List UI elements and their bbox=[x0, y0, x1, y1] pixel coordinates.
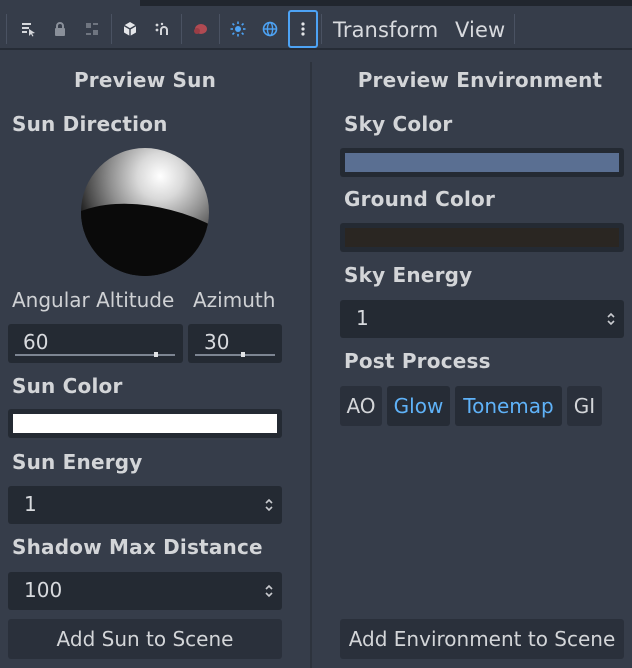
sun-energy-spinbox[interactable]: 1 bbox=[8, 486, 282, 524]
lock-icon[interactable] bbox=[45, 10, 75, 48]
list-select-icon[interactable] bbox=[13, 10, 43, 48]
gi-toggle[interactable]: GI bbox=[567, 386, 602, 426]
toolbar-separator bbox=[321, 14, 322, 44]
sky-color-label: Sky Color bbox=[344, 112, 453, 136]
ground-color-label: Ground Color bbox=[344, 187, 496, 211]
globe-icon[interactable] bbox=[255, 10, 285, 48]
sun-icon[interactable] bbox=[223, 10, 253, 48]
snap-icon[interactable] bbox=[147, 10, 177, 48]
menu-transform[interactable]: Transform bbox=[333, 14, 438, 46]
angular-altitude-slider[interactable]: 60 bbox=[8, 324, 183, 363]
add-environment-to-scene-button[interactable]: Add Environment to Scene bbox=[340, 619, 624, 659]
toolbar-separator bbox=[6, 14, 7, 44]
azimuth-thumb[interactable] bbox=[241, 352, 245, 357]
toolbar-separator bbox=[514, 14, 515, 44]
shadow-max-distance-value: 100 bbox=[24, 578, 63, 602]
angular-altitude-track bbox=[15, 354, 175, 356]
group-icon[interactable] bbox=[77, 10, 107, 48]
sky-energy-spinbox[interactable]: 1 bbox=[340, 300, 624, 338]
azimuth-label: Azimuth bbox=[193, 288, 276, 312]
spin-arrows-icon[interactable] bbox=[264, 497, 274, 513]
cube-icon[interactable] bbox=[115, 10, 145, 48]
menu-view[interactable]: View bbox=[455, 14, 505, 46]
preview-environment-panel: Preview Environment Sky Color Ground Col… bbox=[328, 50, 632, 668]
toolbar-separator bbox=[111, 14, 112, 44]
sun-color-label: Sun Color bbox=[12, 374, 123, 398]
sun-color-picker[interactable] bbox=[8, 409, 282, 438]
viewport-toolbar: Transform View bbox=[0, 6, 632, 50]
azimuth-slider[interactable]: 30 bbox=[188, 324, 282, 363]
angular-altitude-label: Angular Altitude bbox=[12, 288, 175, 312]
paint-icon[interactable] bbox=[185, 10, 215, 48]
glow-toggle[interactable]: Glow bbox=[387, 386, 450, 426]
angular-altitude-thumb[interactable] bbox=[153, 352, 158, 357]
sky-energy-value: 1 bbox=[356, 306, 369, 330]
toolbar-separator bbox=[181, 14, 182, 44]
preview-environment-heading: Preview Environment bbox=[357, 68, 603, 92]
shadow-max-distance-spinbox[interactable]: 100 bbox=[8, 572, 282, 610]
sun-direction-label: Sun Direction bbox=[12, 112, 168, 136]
sky-energy-label: Sky Energy bbox=[344, 263, 473, 287]
sun-color-swatch bbox=[13, 414, 277, 433]
preview-sun-heading: Preview Sun bbox=[73, 68, 217, 92]
ao-toggle[interactable]: AO bbox=[340, 386, 382, 426]
preview-sun-panel: Preview Sun Sun Direction Angular Altitu… bbox=[0, 50, 294, 668]
sky-color-picker[interactable] bbox=[340, 148, 624, 177]
more-vertical-icon[interactable] bbox=[288, 10, 318, 48]
post-process-label: Post Process bbox=[344, 349, 491, 373]
add-sun-to-scene-button[interactable]: Add Sun to Scene bbox=[8, 619, 282, 659]
spin-arrows-icon[interactable] bbox=[606, 311, 616, 327]
sun-energy-value: 1 bbox=[24, 492, 37, 516]
sphere-shadow bbox=[81, 176, 209, 276]
ground-color-swatch bbox=[345, 228, 619, 247]
azimuth-value: 30 bbox=[204, 330, 230, 354]
shadow-max-distance-label: Shadow Max Distance bbox=[12, 535, 263, 559]
toolbar-separator bbox=[219, 14, 220, 44]
angular-altitude-value: 60 bbox=[23, 330, 49, 354]
sun-energy-label: Sun Energy bbox=[12, 450, 143, 474]
ground-color-picker[interactable] bbox=[340, 223, 624, 252]
tonemap-toggle[interactable]: Tonemap bbox=[455, 386, 562, 426]
azimuth-track bbox=[195, 354, 275, 356]
sky-color-swatch bbox=[345, 153, 619, 172]
panel-separator bbox=[310, 62, 312, 668]
spin-arrows-icon[interactable] bbox=[264, 583, 274, 599]
sun-direction-sphere[interactable] bbox=[81, 148, 209, 276]
